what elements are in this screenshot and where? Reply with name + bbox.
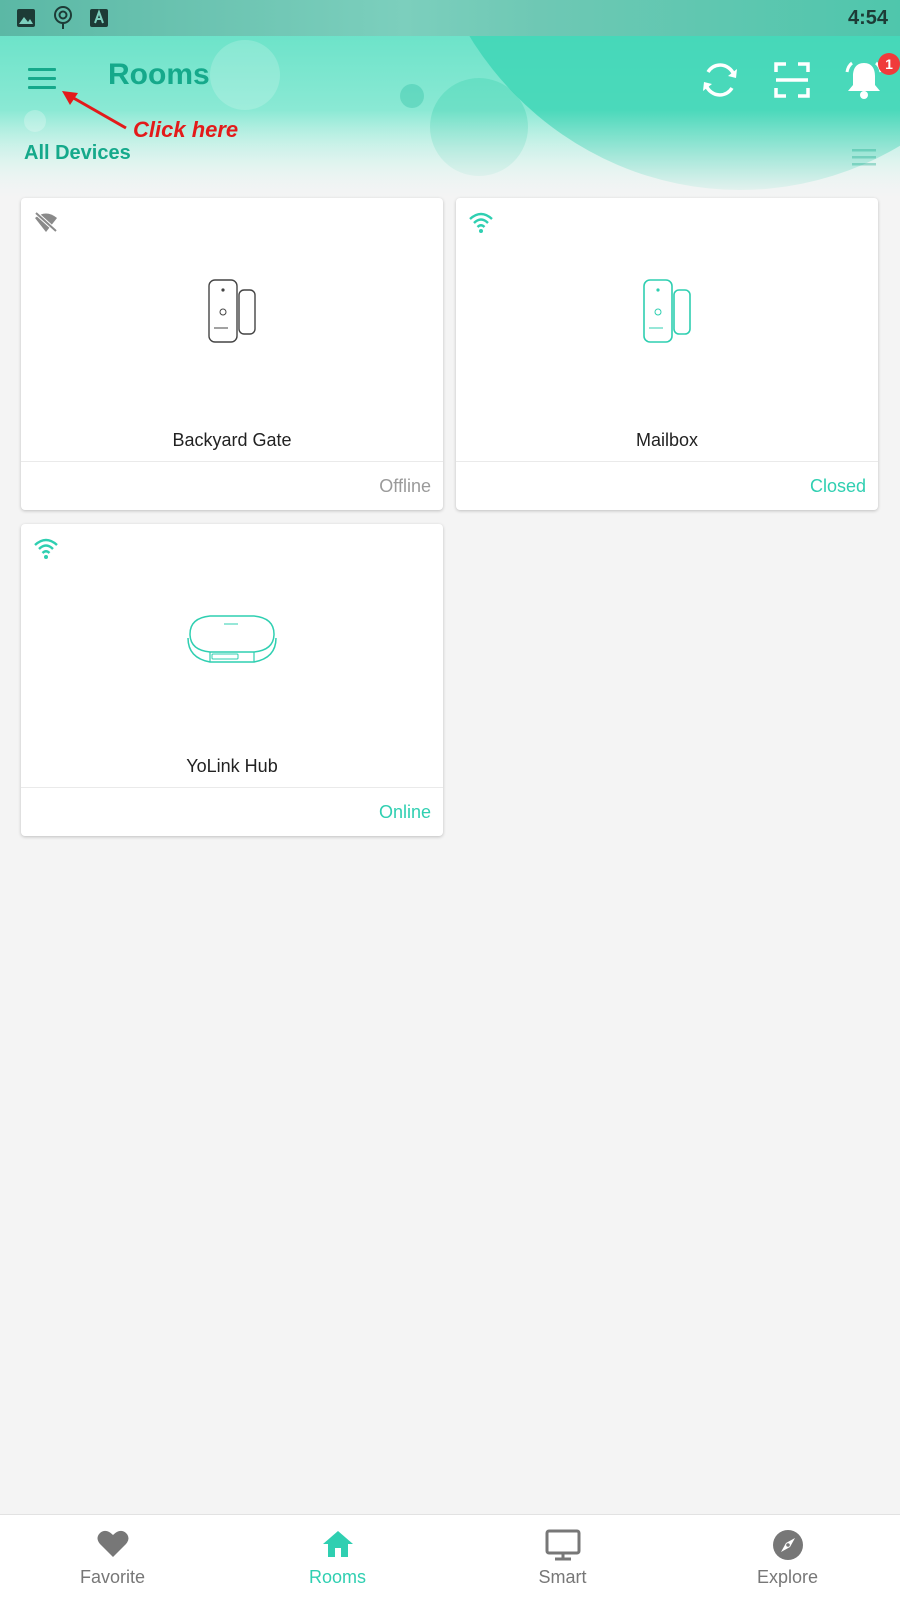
location-icon	[54, 6, 72, 29]
nav-label: Favorite	[79, 1567, 146, 1587]
nav-explore[interactable]: Explore	[675, 1515, 900, 1601]
door-sensor-icon	[643, 279, 691, 343]
device-card-backyard-gate[interactable]: Backyard Gate Offline	[21, 198, 443, 510]
header-bubble	[210, 40, 280, 110]
device-card-mailbox[interactable]: Mailbox Closed	[456, 198, 878, 510]
device-name: YoLink Hub	[186, 756, 278, 776]
nav-favorite[interactable]: Favorite	[0, 1515, 225, 1601]
wifi-icon	[34, 538, 58, 559]
nav-label: Smart	[538, 1567, 587, 1587]
bottom-navigation: Favorite Rooms Smart Explore	[0, 1514, 900, 1601]
image-icon	[17, 9, 35, 27]
nav-rooms[interactable]: Rooms	[225, 1515, 450, 1601]
annotation-arrow-icon	[62, 91, 127, 130]
device-card-yolink-hub[interactable]: YoLink Hub Online	[21, 524, 443, 836]
header-bubble	[400, 84, 424, 108]
nav-smart[interactable]: Smart	[450, 1515, 675, 1601]
monitor-icon	[545, 1529, 580, 1561]
device-name: Mailbox	[635, 430, 699, 450]
device-status: Closed	[809, 476, 866, 496]
door-sensor-icon	[208, 279, 256, 343]
device-name: Backyard Gate	[172, 430, 292, 450]
annotation-text: Click here	[133, 117, 239, 142]
home-icon	[322, 1531, 353, 1557]
nav-label: Rooms	[308, 1567, 366, 1587]
scan-icon[interactable]	[770, 58, 814, 102]
list-view-icon[interactable]	[850, 146, 878, 168]
heart-icon	[97, 1530, 128, 1557]
card-divider	[456, 461, 878, 462]
wifi-off-icon	[34, 211, 58, 233]
nav-label: Explore	[756, 1567, 819, 1587]
device-status: Offline	[379, 476, 431, 496]
menu-icon[interactable]	[24, 62, 60, 96]
wifi-icon	[469, 212, 493, 233]
compass-icon	[772, 1530, 803, 1560]
notification-badge: 1	[878, 53, 900, 75]
keyboard-a-icon	[90, 9, 108, 27]
status-bar: 4:54	[0, 0, 900, 36]
status-time: 4:54	[847, 7, 888, 29]
card-divider	[21, 787, 443, 788]
device-status: Online	[378, 802, 431, 822]
hub-icon	[187, 615, 277, 663]
card-divider	[21, 461, 443, 462]
sync-icon[interactable]	[698, 58, 742, 102]
section-title: All Devices	[24, 142, 131, 164]
